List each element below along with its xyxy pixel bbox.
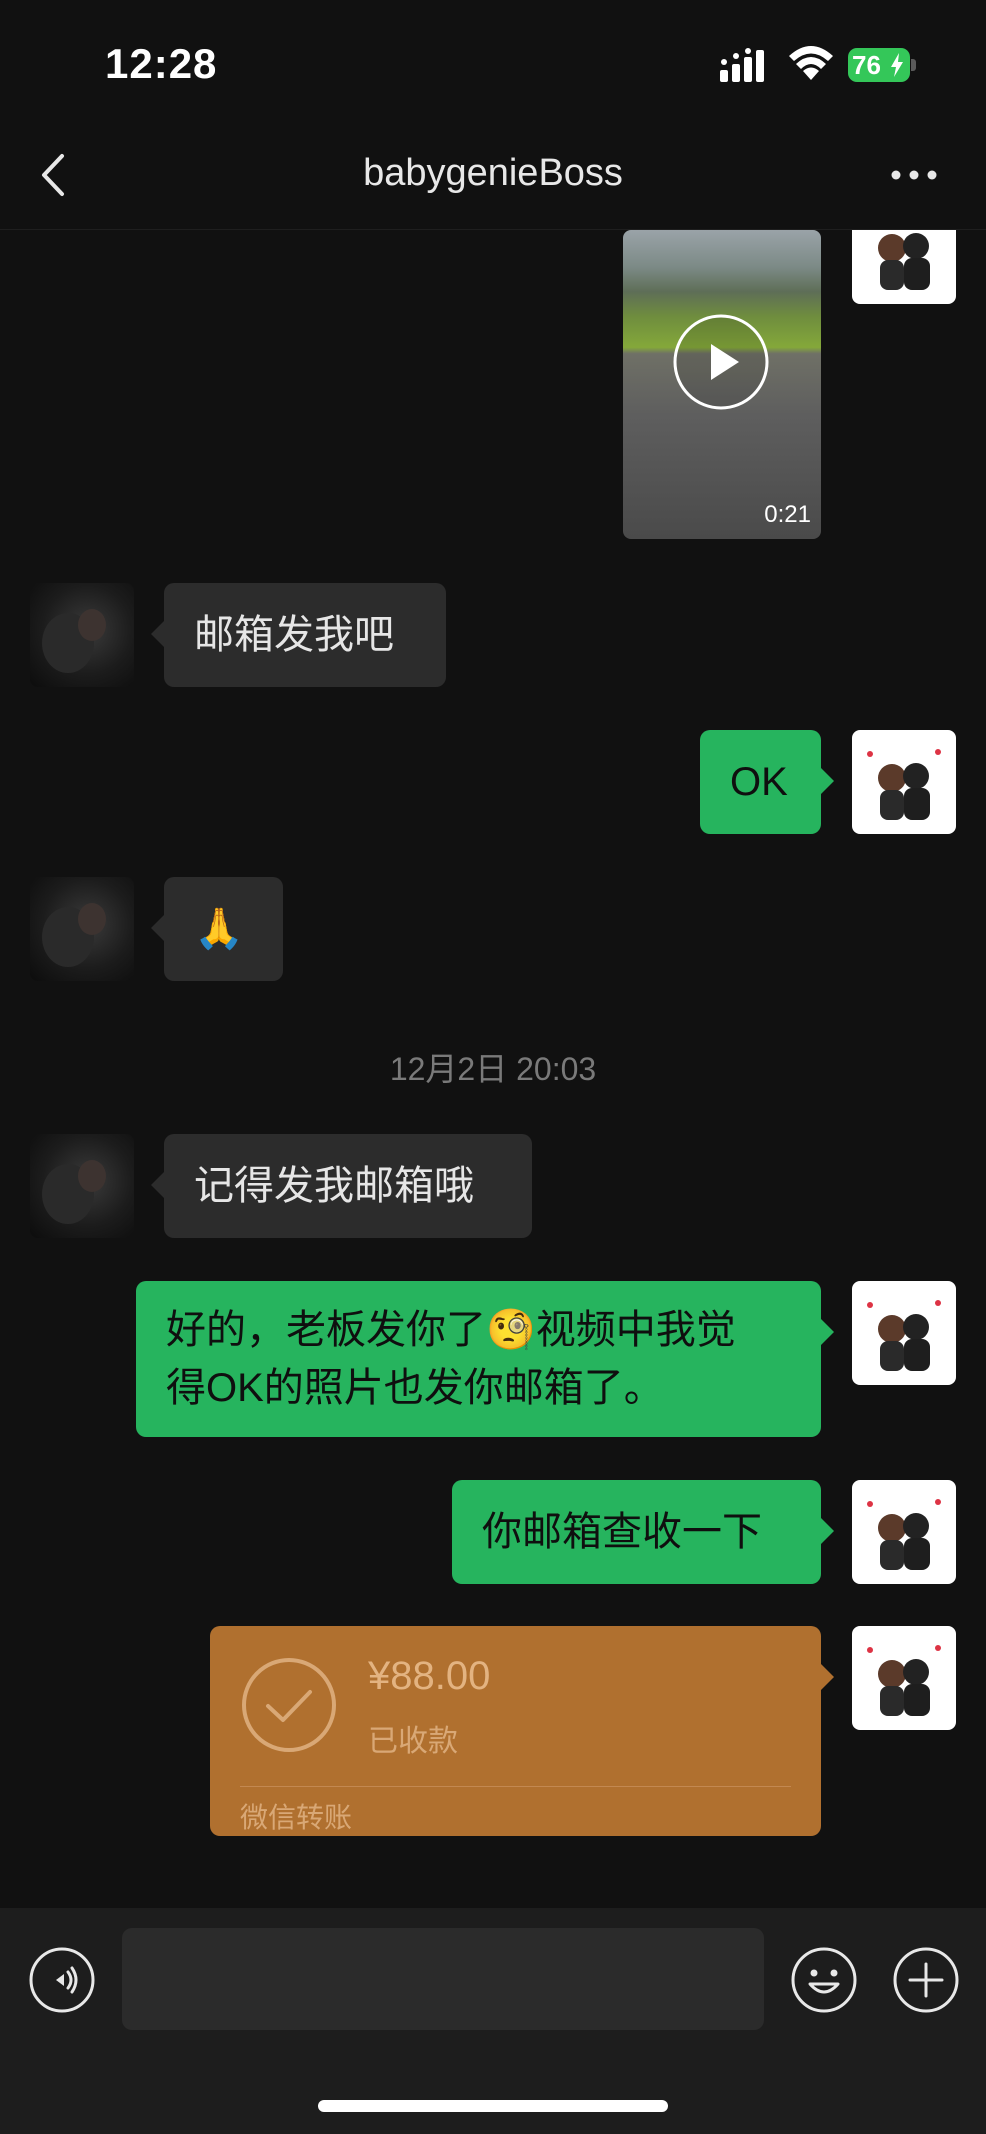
message-text: 邮箱发我吧 (194, 613, 394, 657)
message-bubble[interactable]: OK (700, 730, 834, 834)
message-text-line: 好的，老板发你了🧐视频中我觉 (166, 1308, 736, 1352)
my-avatar[interactable] (852, 730, 956, 834)
play-icon[interactable] (671, 312, 771, 412)
message-bubble[interactable]: 你邮箱查收一下 (452, 1480, 834, 1584)
video-message[interactable]: 0:21 (623, 230, 821, 539)
voice-icon[interactable] (28, 1946, 96, 2014)
my-avatar[interactable] (852, 1281, 956, 1385)
message-bubble[interactable]: 邮箱发我吧 (151, 583, 446, 687)
transfer-status: 已收款 (368, 1725, 458, 1758)
more-dots-icon[interactable] (888, 160, 940, 190)
my-avatar[interactable] (852, 1480, 956, 1584)
message-text: 记得发我邮箱哦 (194, 1164, 474, 1208)
cellular-signal-icon (720, 48, 764, 82)
transfer-card[interactable]: ¥88.00 已收款 微信转账 (210, 1626, 834, 1836)
chat-title: babygenieBoss (363, 152, 623, 194)
message-bubble[interactable]: 🙏 (151, 877, 283, 981)
message-bubble[interactable]: 记得发我邮箱哦 (151, 1134, 532, 1238)
my-avatar[interactable] (852, 1626, 956, 1730)
message-text: 🙏 (194, 907, 244, 951)
emoji-icon[interactable] (790, 1946, 858, 2014)
chat-header: babygenieBoss (0, 120, 986, 230)
video-duration: 0:21 (764, 501, 811, 528)
battery-level: 76 (852, 50, 881, 80)
wifi-icon (789, 46, 833, 80)
message-text-line: 得OK的照片也发你邮箱了。 (166, 1366, 664, 1410)
timestamp: 12月2日 20:03 (389, 1051, 597, 1087)
message-input[interactable] (122, 1928, 764, 2030)
contact-avatar[interactable] (30, 877, 134, 981)
check-circle-icon (242, 1658, 336, 1752)
contact-avatar[interactable] (30, 583, 134, 687)
battery-indicator: 76 (848, 48, 918, 82)
status-bar: 12:28 76 (0, 0, 986, 120)
message-text: 你邮箱查收一下 (482, 1510, 762, 1554)
divider (240, 1786, 791, 1787)
message-bubble[interactable]: 好的，老板发你了🧐视频中我觉 得OK的照片也发你邮箱了。 (136, 1281, 834, 1437)
message-list[interactable]: 0:21 邮箱发我吧 OK 🙏 12月2日 20:03 记得发我邮箱哦 好的，老… (0, 230, 986, 1908)
transfer-amount: ¥88.00 (368, 1654, 491, 1698)
contact-avatar[interactable] (30, 1134, 134, 1238)
home-indicator[interactable] (318, 2100, 668, 2112)
status-time: 12:28 (105, 40, 218, 87)
charging-bolt-icon (891, 53, 903, 77)
my-avatar[interactable] (852, 230, 956, 304)
message-text: OK (730, 760, 788, 804)
input-bar (0, 1908, 986, 2134)
plus-icon[interactable] (892, 1946, 960, 2014)
transfer-label: 微信转账 (240, 1802, 353, 1833)
